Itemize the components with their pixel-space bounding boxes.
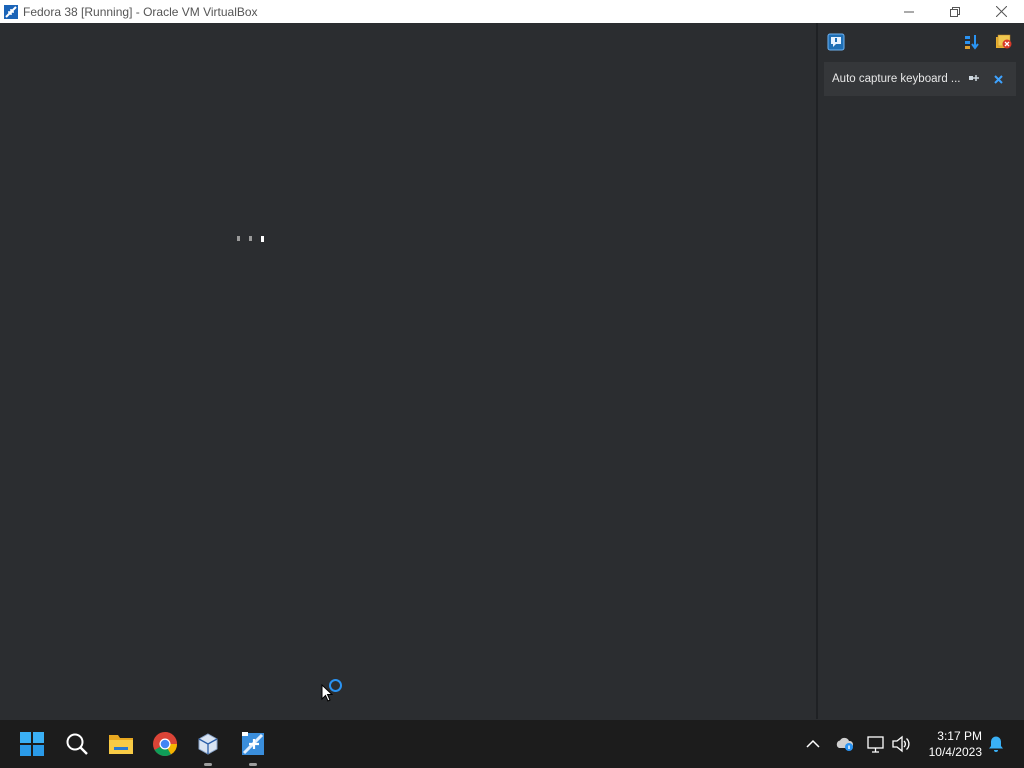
- panel-toolbar: [818, 23, 1024, 61]
- fedora-vm-button[interactable]: [239, 730, 267, 766]
- loading-dot: [249, 236, 252, 241]
- search-button[interactable]: [63, 730, 91, 758]
- loading-indicator: [237, 236, 264, 242]
- start-button[interactable]: [18, 730, 46, 758]
- folder-icon: [109, 735, 133, 754]
- dismiss-all-icon: [996, 34, 1012, 49]
- clock-date: 10/4/2023: [928, 745, 982, 759]
- search-icon: [66, 733, 88, 755]
- pin-icon: [969, 75, 979, 81]
- chevron-up-icon: [806, 739, 820, 748]
- sort-icon: [965, 35, 979, 50]
- virtualbox-vm-icon: [3, 4, 19, 20]
- running-indicator: [249, 763, 257, 766]
- taskbar: 3:17 PM 10/4/2023: [0, 720, 1024, 768]
- chrome-button[interactable]: [151, 730, 179, 758]
- bell-icon: [989, 736, 1003, 752]
- close-notification-button[interactable]: [991, 72, 1005, 86]
- fedora-vm-icon: [242, 732, 264, 755]
- notifications-button[interactable]: [986, 734, 1006, 754]
- onedrive-icon: [836, 737, 854, 751]
- windows-logo-icon: [20, 732, 44, 756]
- clock-time: 3:17 PM: [937, 729, 982, 743]
- window-titlebar[interactable]: Fedora 38 [Running] - Oracle VM VirtualB…: [0, 0, 1024, 23]
- restore-button[interactable]: [932, 0, 978, 23]
- notification-center-toggle[interactable]: [826, 32, 846, 52]
- volume-icon: [892, 735, 910, 753]
- taskbar-clock[interactable]: 3:17 PM 10/4/2023: [929, 728, 982, 760]
- network-button[interactable]: [866, 734, 886, 754]
- volume-button[interactable]: [891, 734, 911, 754]
- notification-item[interactable]: Auto capture keyboard ...: [824, 62, 1016, 96]
- dismiss-all-button[interactable]: [994, 32, 1014, 52]
- notification-center-panel: Auto capture keyboard ...: [816, 23, 1024, 719]
- close-icon: [993, 74, 1003, 84]
- show-hidden-icons-button[interactable]: [803, 734, 823, 754]
- window-title: Fedora 38 [Running] - Oracle VM VirtualB…: [23, 4, 258, 19]
- running-indicator: [204, 763, 212, 766]
- window-controls: [886, 0, 1024, 23]
- restore-icon: [950, 6, 960, 17]
- sort-button[interactable]: [962, 32, 982, 52]
- minimize-icon: [904, 11, 914, 12]
- loading-dot-active: [261, 236, 264, 242]
- close-button[interactable]: [978, 0, 1024, 23]
- busy-spinner-icon: [329, 679, 342, 692]
- minimize-button[interactable]: [886, 0, 932, 23]
- pin-notification-button[interactable]: [967, 72, 981, 86]
- vm-display[interactable]: [0, 23, 816, 719]
- loading-dot: [237, 236, 240, 241]
- chrome-icon: [153, 732, 177, 757]
- virtualbox-manager-button[interactable]: [194, 730, 222, 766]
- network-icon: [867, 736, 884, 753]
- virtualbox-icon: [198, 733, 218, 755]
- file-explorer-button[interactable]: [107, 730, 135, 758]
- close-icon: [995, 6, 1007, 17]
- onedrive-button[interactable]: [835, 734, 855, 754]
- notification-text: Auto capture keyboard ...: [832, 73, 960, 85]
- notification-center-icon: [827, 33, 845, 51]
